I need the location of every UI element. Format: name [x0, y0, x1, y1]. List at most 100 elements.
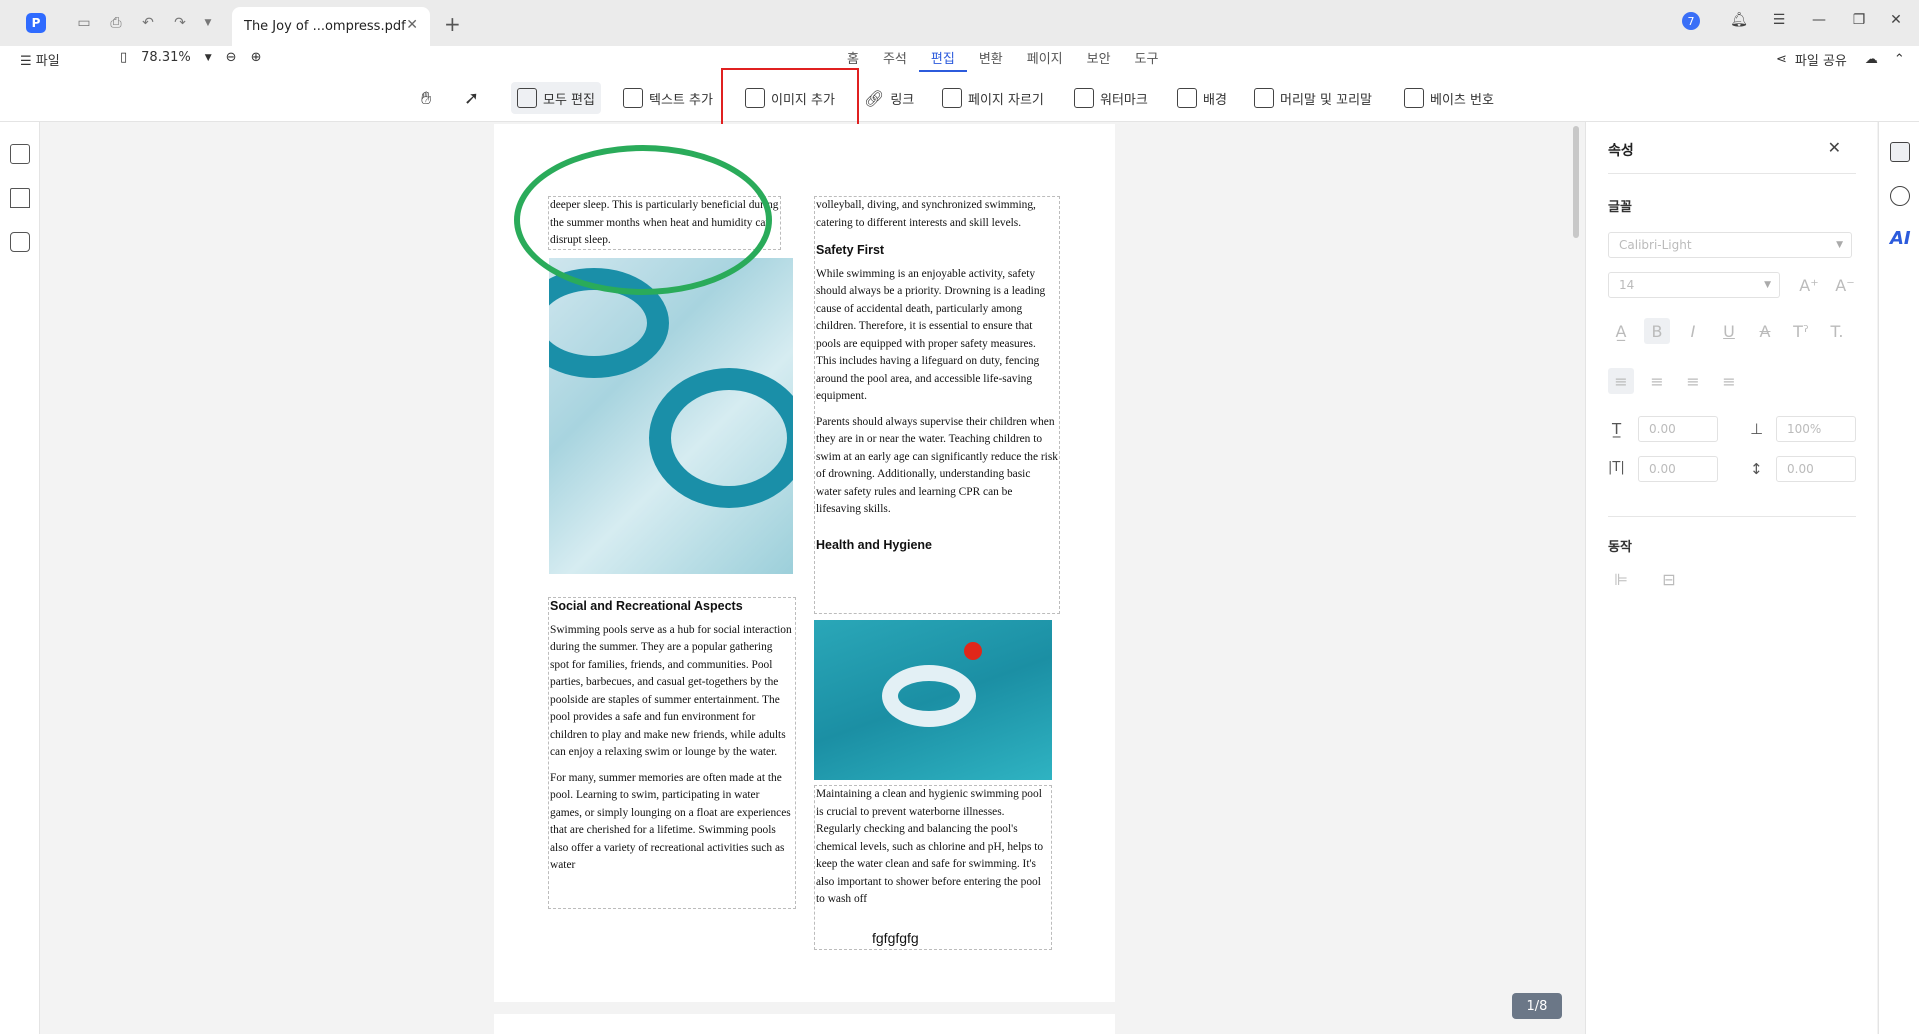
zoom-out-icon[interactable]: ⊖	[226, 50, 237, 65]
word-spacing-input[interactable]: 0.00	[1638, 456, 1718, 482]
bates-label: 베이츠 번호	[1430, 92, 1494, 108]
bold-icon[interactable]: B	[1644, 318, 1670, 344]
select-tool-button[interactable]: ➚	[458, 82, 485, 114]
search-icon[interactable]	[1890, 186, 1910, 206]
share-label: 파일 공유	[1794, 54, 1847, 69]
text-block-social[interactable]: Social and Recreational Aspects Swimming…	[548, 597, 796, 909]
print-icon[interactable]: ⎙	[106, 13, 126, 33]
cloud-upload-icon[interactable]: ☁	[1865, 52, 1878, 67]
distribute-objects-icon[interactable]: ⊟	[1656, 566, 1682, 592]
inserted-text[interactable]: fgfgfgfg	[872, 930, 919, 946]
ball-shape	[964, 642, 982, 660]
comment-icon[interactable]	[10, 232, 30, 252]
superscript-icon[interactable]: Tˀ	[1788, 318, 1814, 344]
menu-icon[interactable]: ☰	[1768, 12, 1790, 28]
safety-paragraph-1: While swimming is an enjoyable activity,…	[816, 267, 1046, 403]
watermark-button[interactable]: 워터마크	[1068, 82, 1154, 114]
redo-icon[interactable]: ↷	[170, 13, 190, 33]
edit-icon	[517, 88, 537, 108]
edit-all-label: 모두 편집	[543, 92, 595, 108]
text-block-health[interactable]: Maintaining a clean and hygienic swimmin…	[814, 785, 1052, 950]
font-size-select[interactable]: 14 ▼	[1608, 272, 1780, 298]
bates-number-button[interactable]: 베이츠 번호	[1398, 82, 1500, 114]
properties-icon[interactable]	[1890, 142, 1910, 162]
right-top-text: volleyball, diving, and synchronized swi…	[816, 199, 1036, 229]
pool-tubes-image[interactable]	[549, 258, 793, 574]
restore-icon[interactable]: ❐	[1848, 12, 1870, 28]
tab-tools[interactable]: 도구	[1123, 50, 1171, 72]
tab-edit[interactable]: 편집	[918, 50, 967, 72]
quick-access-dropdown-icon[interactable]: ▼	[198, 13, 218, 33]
italic-icon[interactable]: I	[1680, 318, 1706, 344]
char-spacing-icon: T̲	[1612, 420, 1622, 438]
document-tab[interactable]: The Joy of ...ompress.pdf ✕	[232, 7, 430, 46]
strikethrough-icon[interactable]: A	[1752, 318, 1778, 344]
scale-input[interactable]: 100%	[1776, 416, 1856, 442]
add-text-button[interactable]: 텍스트 추가	[617, 82, 719, 114]
thumbnail-icon[interactable]	[10, 144, 30, 164]
crop-page-button[interactable]: 페이지 자르기	[936, 82, 1050, 114]
align-right-icon[interactable]: ≡	[1680, 368, 1706, 394]
line-spacing-input[interactable]: 0.00	[1776, 456, 1856, 482]
link-label: 링크	[890, 92, 915, 108]
tab-page[interactable]: 페이지	[1015, 50, 1075, 72]
justify-icon[interactable]: ≡	[1716, 368, 1742, 394]
zoom-dropdown-icon[interactable]: ▼	[205, 53, 212, 63]
increase-font-icon[interactable]: A⁺	[1796, 272, 1822, 298]
vertical-scrollbar[interactable]	[1573, 126, 1579, 238]
bookmark-icon[interactable]	[10, 188, 30, 208]
text-color-icon[interactable]: A̲	[1608, 318, 1634, 344]
underline-icon[interactable]: U	[1716, 318, 1742, 344]
page-icon[interactable]: ▯	[120, 50, 127, 65]
minimize-icon[interactable]: —	[1808, 12, 1830, 28]
right-rail: AI	[1878, 122, 1919, 1034]
pool-float-image[interactable]	[814, 620, 1052, 780]
char-spacing-input[interactable]: 0.00	[1638, 416, 1718, 442]
new-tab-icon[interactable]: +	[444, 12, 461, 36]
header-footer-button[interactable]: 머리말 및 꼬리말	[1248, 82, 1378, 114]
tab-security[interactable]: 보안	[1075, 50, 1123, 72]
ribbon-tabs: 홈 주석 편집 변환 페이지 보안 도구	[835, 50, 1170, 72]
bell-icon[interactable]: 🔔︎	[1728, 12, 1750, 28]
zoom-value[interactable]: 78.31%	[141, 50, 191, 65]
collapse-ribbon-icon[interactable]: ⌃	[1894, 52, 1905, 67]
text-block-right-top[interactable]: volleyball, diving, and synchronized swi…	[814, 196, 1060, 614]
background-icon	[1177, 88, 1197, 108]
page-indicator: 1/8	[1512, 993, 1562, 1019]
ai-assistant-icon[interactable]: AI	[1890, 228, 1911, 249]
close-tab-icon[interactable]: ✕	[406, 17, 418, 33]
zoom-in-icon[interactable]: ⊕	[251, 50, 262, 65]
decrease-font-icon[interactable]: A⁻	[1832, 272, 1858, 298]
bates-icon	[1404, 88, 1424, 108]
divider	[1608, 173, 1856, 174]
share-icon: ⋖	[1776, 52, 1787, 67]
tab-convert[interactable]: 변환	[967, 50, 1015, 72]
health-paragraph: Maintaining a clean and hygienic swimmin…	[816, 788, 1044, 905]
save-icon[interactable]: ▭	[74, 13, 94, 33]
highlight-box	[721, 68, 859, 130]
watermark-icon	[1074, 88, 1094, 108]
social-heading: Social and Recreational Aspects	[550, 599, 743, 613]
hand-tool-button[interactable]: ✋︎	[415, 82, 437, 114]
link-button[interactable]: 🔗︎ 링크	[858, 82, 920, 114]
undo-icon[interactable]: ↶	[138, 13, 158, 33]
float-shape	[882, 665, 976, 727]
share-file-button[interactable]: ⋖ 파일 공유 ☁ ⌃	[1776, 50, 1905, 69]
subscript-icon[interactable]: T.	[1824, 318, 1850, 344]
file-menu-label: 파일	[35, 54, 60, 69]
background-button[interactable]: 배경	[1171, 82, 1233, 114]
safety-paragraph-2: Parents should always supervise their ch…	[816, 415, 1058, 516]
word-spacing-icon: |T|	[1608, 460, 1625, 475]
crop-icon	[942, 88, 962, 108]
panel-close-icon[interactable]: ✕	[1828, 138, 1841, 157]
edit-all-button[interactable]: 모두 편집	[511, 82, 601, 114]
font-family-select[interactable]: Calibri-Light ▼	[1608, 232, 1852, 258]
notification-badge[interactable]: 7	[1682, 12, 1700, 30]
properties-panel: 속성 ✕ 글꼴 Calibri-Light ▼ 14 ▼ A⁺ A⁻ A̲ B I …	[1585, 122, 1877, 1034]
align-center-icon[interactable]: ≡	[1644, 368, 1670, 394]
align-left-icon[interactable]: ≡	[1608, 368, 1634, 394]
align-objects-icon[interactable]: ⊫	[1608, 566, 1634, 592]
file-menu[interactable]: ☰ 파일	[20, 50, 60, 69]
tab-annotate[interactable]: 주석	[871, 50, 919, 72]
window-close-icon[interactable]: ✕	[1885, 12, 1907, 28]
